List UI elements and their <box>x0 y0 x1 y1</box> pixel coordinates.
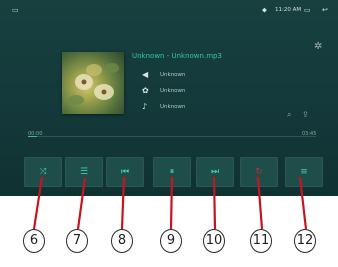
callout-line-6 <box>32 176 44 230</box>
callout-10: 10 <box>203 229 225 253</box>
callout-line-10 <box>212 176 217 230</box>
callout-line-12 <box>298 176 308 230</box>
callout-lines <box>32 176 308 230</box>
callout-line-8 <box>120 176 126 230</box>
callout-12: 12 <box>294 229 316 253</box>
callout-8: 8 <box>111 229 133 253</box>
callout-9: 9 <box>160 229 182 253</box>
callout-line-11 <box>256 176 264 230</box>
callout-line-9 <box>169 176 174 230</box>
callout-11: 11 <box>250 229 272 253</box>
callout-7: 7 <box>66 229 88 253</box>
callout-6: 6 <box>23 229 45 253</box>
callout-line-7 <box>76 177 87 230</box>
